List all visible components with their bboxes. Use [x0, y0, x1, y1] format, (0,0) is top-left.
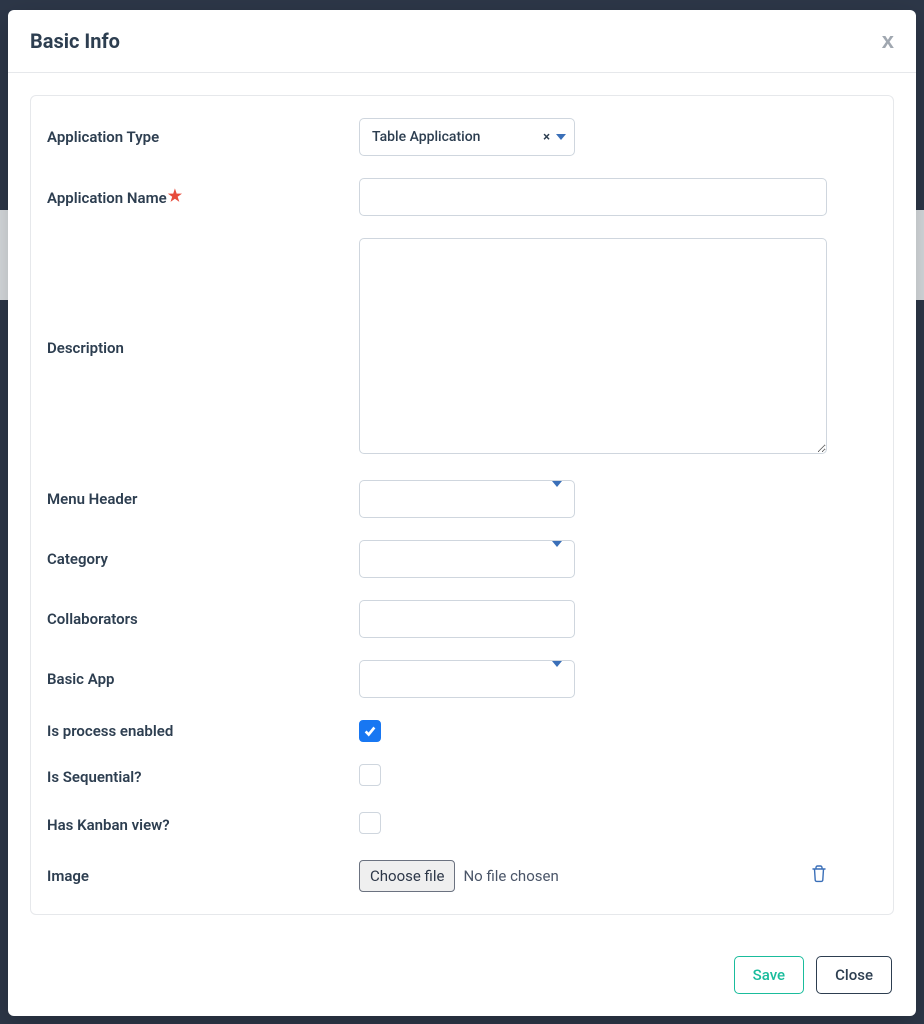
- save-button[interactable]: Save: [734, 956, 804, 994]
- chevron-down-icon: [556, 134, 566, 140]
- description-textarea[interactable]: [359, 238, 827, 454]
- label-collaborators: Collaborators: [47, 610, 359, 628]
- is-sequential-checkbox[interactable]: [359, 764, 381, 786]
- chevron-down-icon: [552, 481, 562, 487]
- collaborators-input[interactable]: [359, 600, 575, 638]
- chevron-down-icon: [552, 661, 562, 667]
- label-application-name: Application Name★: [47, 188, 359, 207]
- required-indicator: ★: [168, 186, 182, 205]
- label-category: Category: [47, 550, 359, 568]
- row-application-name: Application Name★: [47, 178, 865, 216]
- label-menu-header: Menu Header: [47, 490, 359, 508]
- delete-file-button[interactable]: [811, 865, 827, 887]
- modal-header: Basic Info x: [8, 10, 916, 73]
- modal-title: Basic Info: [30, 29, 120, 53]
- chevron-down-icon: [552, 541, 562, 547]
- trash-icon: [811, 865, 827, 883]
- row-is-process-enabled: Is process enabled: [47, 720, 865, 742]
- label-basic-app: Basic App: [47, 670, 359, 688]
- row-image: Image Choose file No file chosen: [47, 860, 865, 892]
- row-description: Description: [47, 238, 865, 458]
- application-type-select[interactable]: Table Application ×: [359, 118, 575, 156]
- application-name-input[interactable]: [359, 178, 827, 216]
- row-application-type: Application Type Table Application ×: [47, 118, 865, 156]
- check-icon: [363, 724, 377, 738]
- row-menu-header: Menu Header: [47, 480, 865, 518]
- application-type-value: Table Application: [372, 129, 480, 145]
- label-is-sequential: Is Sequential?: [47, 768, 359, 786]
- modal-body: Application Type Table Application × App…: [8, 73, 916, 938]
- row-collaborators: Collaborators: [47, 600, 865, 638]
- label-application-type: Application Type: [47, 128, 359, 146]
- row-basic-app: Basic App: [47, 660, 865, 698]
- category-select[interactable]: [359, 540, 575, 578]
- file-status: No file chosen: [463, 867, 558, 885]
- label-description: Description: [47, 339, 359, 357]
- basic-app-select[interactable]: [359, 660, 575, 698]
- label-has-kanban: Has Kanban view?: [47, 816, 359, 834]
- row-category: Category: [47, 540, 865, 578]
- modal-footer: Save Close: [8, 938, 916, 1016]
- row-is-sequential: Is Sequential?: [47, 764, 865, 790]
- is-process-enabled-checkbox[interactable]: [359, 720, 381, 742]
- clear-icon[interactable]: ×: [543, 130, 550, 145]
- close-button[interactable]: Close: [816, 956, 892, 994]
- modal-basic-info: Basic Info x Application Type Table Appl…: [8, 10, 916, 1016]
- form-card: Application Type Table Application × App…: [30, 95, 894, 915]
- row-has-kanban: Has Kanban view?: [47, 812, 865, 838]
- has-kanban-checkbox[interactable]: [359, 812, 381, 834]
- close-icon[interactable]: x: [882, 28, 894, 54]
- choose-file-button[interactable]: Choose file: [359, 860, 455, 892]
- label-is-process-enabled: Is process enabled: [47, 722, 359, 740]
- label-image: Image: [47, 867, 359, 885]
- menu-header-select[interactable]: [359, 480, 575, 518]
